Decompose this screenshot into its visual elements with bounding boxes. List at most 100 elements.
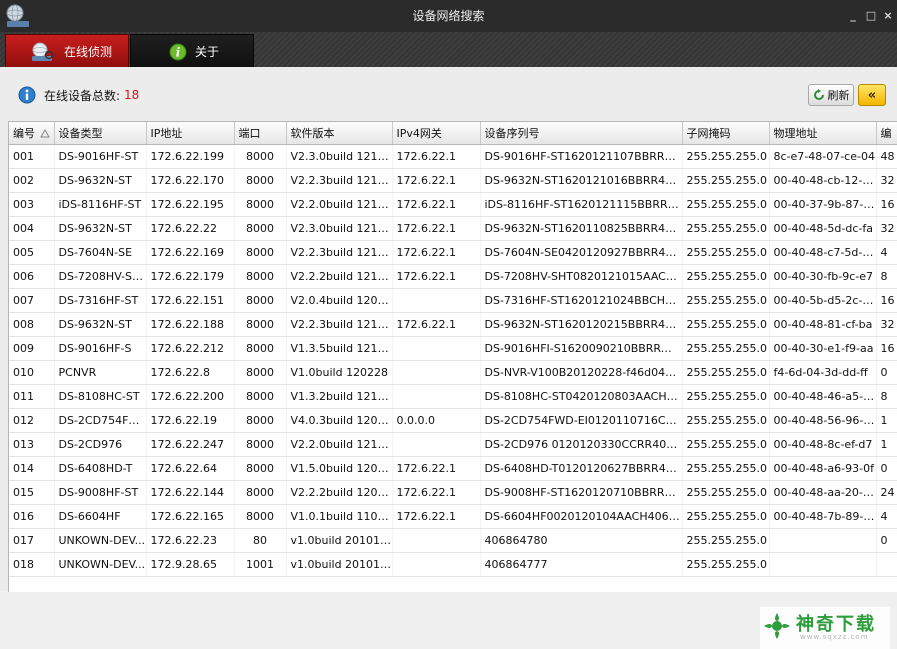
- cell-subnet-mask: 255.255.255.0: [682, 528, 770, 553]
- table-row[interactable]: 016 DS-6604HF 172.6.22.165 8000 V1.0.1build …: [9, 504, 897, 529]
- cell-software-version: v1.0build 20101009: [286, 528, 393, 553]
- table-row[interactable]: 014 DS-6408HD-T 172.6.22.64 8000 V1.5.0build…: [9, 456, 897, 481]
- cell-index: 009: [9, 336, 55, 361]
- column-header-ip[interactable]: IP地址: [146, 122, 235, 145]
- tab-about[interactable]: i 关于: [130, 34, 254, 68]
- cell-ip: 172.6.22.23: [146, 528, 235, 553]
- cell-serial: DS-7208HV-SHT0820121015AACH01...: [480, 264, 683, 289]
- cell-index: 014: [9, 456, 55, 481]
- cell-device-type: UNKOWN-DEV...: [54, 552, 147, 577]
- cell-ip: 172.6.22.179: [146, 264, 235, 289]
- table-row[interactable]: 013 DS-2CD976 172.6.22.247 8000 V2.2.0build …: [9, 432, 897, 457]
- table-row[interactable]: 015 DS-9008HF-ST 172.6.22.144 8000 V2.2.2bui…: [9, 480, 897, 505]
- table-row[interactable]: 010 PCNVR 172.6.22.8 8000 V1.0build 120228 DS…: [9, 360, 897, 385]
- cell-gateway: 172.6.22.1: [392, 456, 481, 481]
- cell-gateway: 172.6.22.1: [392, 192, 481, 217]
- tab-online-detect[interactable]: 在线侦测: [5, 34, 129, 68]
- table-row[interactable]: 009 DS-9016HF-S 172.6.22.212 8000 V1.3.5buil…: [9, 336, 897, 361]
- cell-gateway: [392, 528, 481, 553]
- table-row[interactable]: 018 UNKOWN-DEV... 172.9.28.65 1001 v1.0build…: [9, 552, 897, 577]
- cell-software-version: V2.0.4build 120725: [286, 288, 393, 313]
- cell-index: 003: [9, 192, 55, 217]
- cell-software-version: V2.2.2build 121219: [286, 264, 393, 289]
- column-header-device-type[interactable]: 设备类型: [54, 122, 147, 145]
- column-header-channels[interactable]: 编: [876, 122, 897, 145]
- table-row[interactable]: 012 DS-2CD754FW... 172.6.22.19 8000 V4.0.3bu…: [9, 408, 897, 433]
- cell-port: 8000: [234, 240, 287, 265]
- watermark: 神奇下载 www.sqxzz.com: [760, 607, 890, 649]
- device-count-label: 在线设备总数:: [44, 88, 121, 103]
- cell-subnet-mask: 255.255.255.0: [682, 144, 770, 169]
- table-row[interactable]: 011 DS-8108HC-ST 172.6.22.200 8000 V1.3.2bui…: [9, 384, 897, 409]
- cell-channels: 4: [876, 504, 897, 529]
- cell-subnet-mask: 255.255.255.0: [682, 480, 770, 505]
- cell-software-version: V2.2.3build 121212: [286, 168, 393, 193]
- close-button[interactable]: ×: [881, 9, 895, 23]
- cell-port: 8000: [234, 168, 287, 193]
- column-header-ipv4-gateway[interactable]: IPv4网关: [392, 122, 481, 145]
- cell-index: 008: [9, 312, 55, 337]
- table-row[interactable]: 008 DS-9632N-ST 172.6.22.188 8000 V2.2.3buil…: [9, 312, 897, 337]
- cell-port: 8000: [234, 312, 287, 337]
- column-header-mac[interactable]: 物理地址: [769, 122, 877, 145]
- cell-port: 8000: [234, 144, 287, 169]
- cell-mac: 00-40-48-7b-89-33: [769, 504, 877, 529]
- cell-serial: 406864780: [480, 528, 683, 553]
- cell-mac: 00-40-48-a6-93-0f: [769, 456, 877, 481]
- cell-subnet-mask: 255.255.255.0: [682, 168, 770, 193]
- cell-mac: 00-40-30-fb-9c-e7: [769, 264, 877, 289]
- cell-ip: 172.6.22.151: [146, 288, 235, 313]
- column-header-software-version[interactable]: 软件版本: [286, 122, 393, 145]
- cell-serial: 406864777: [480, 552, 683, 577]
- table-row[interactable]: 006 DS-7208HV-SHT 172.6.22.179 8000 V2.2.2bu…: [9, 264, 897, 289]
- cell-software-version: V1.3.2build 121109: [286, 384, 393, 409]
- cell-channels: 1: [876, 432, 897, 457]
- cell-port: 8000: [234, 192, 287, 217]
- maximize-button[interactable]: □: [864, 9, 878, 23]
- cell-index: 002: [9, 168, 55, 193]
- device-table[interactable]: 编号 设备类型 IP地址 端口 软件版本 IPv4网关 设备序列号 子网掩码 物…: [8, 121, 897, 592]
- cell-software-version: V4.0.3build 120815: [286, 408, 393, 433]
- cell-ip: 172.6.22.199: [146, 144, 235, 169]
- cell-software-version: V2.2.3build 121207: [286, 312, 393, 337]
- title-bar: 设备网络搜索 _ □ ×: [0, 0, 897, 33]
- table-row[interactable]: 007 DS-7316HF-ST 172.6.22.151 8000 V2.0.4bui…: [9, 288, 897, 313]
- table-row[interactable]: 003 iDS-8116HF-ST 172.6.22.195 8000 V2.2.0bu…: [9, 192, 897, 217]
- cell-port: 8000: [234, 456, 287, 481]
- cell-index: 012: [9, 408, 55, 433]
- refresh-icon: [813, 89, 825, 101]
- cell-software-version: V2.2.0build 121214: [286, 192, 393, 217]
- table-row[interactable]: 002 DS-9632N-ST 172.6.22.170 8000 V2.2.3buil…: [9, 168, 897, 193]
- table-row[interactable]: 005 DS-7604N-SE 172.6.22.169 8000 V2.2.3buil…: [9, 240, 897, 265]
- column-header-port[interactable]: 端口: [234, 122, 287, 145]
- cell-subnet-mask: 255.255.255.0: [682, 384, 770, 409]
- cell-port: 1001: [234, 552, 287, 577]
- column-header-subnet-mask[interactable]: 子网掩码: [682, 122, 770, 145]
- table-row[interactable]: 017 UNKOWN-DEV... 172.6.22.23 80 v1.0build 2…: [9, 528, 897, 553]
- cell-gateway: [392, 552, 481, 577]
- cell-mac: 00-40-48-c7-5d-4d: [769, 240, 877, 265]
- cell-gateway: 172.6.22.1: [392, 144, 481, 169]
- cell-index: 015: [9, 480, 55, 505]
- minimize-button[interactable]: _: [846, 9, 860, 23]
- cell-subnet-mask: 255.255.255.0: [682, 432, 770, 457]
- cell-subnet-mask: 255.255.255.0: [682, 288, 770, 313]
- cell-subnet-mask: 255.255.255.0: [682, 456, 770, 481]
- cell-device-type: DS-9632N-ST: [54, 312, 147, 337]
- cell-channels: 8: [876, 264, 897, 289]
- table-row[interactable]: 004 DS-9632N-ST 172.6.22.22 8000 V2.3.0build…: [9, 216, 897, 241]
- cell-serial: DS-NVR-V100B20120228-f46d043dddff: [480, 360, 683, 385]
- table-row[interactable]: 001 DS-9016HF-ST 172.6.22.199 8000 V2.3.0bui…: [9, 144, 897, 169]
- cell-subnet-mask: 255.255.255.0: [682, 240, 770, 265]
- refresh-button[interactable]: 刷新: [808, 84, 854, 106]
- cell-ip: 172.6.22.200: [146, 384, 235, 409]
- info-circle-icon: [18, 86, 36, 104]
- cell-device-type: DS-9632N-ST: [54, 216, 147, 241]
- column-header-index[interactable]: 编号: [9, 122, 55, 145]
- cell-serial: DS-2CD754FWD-EI0120110716CCR...: [480, 408, 683, 433]
- column-header-serial[interactable]: 设备序列号: [480, 122, 683, 145]
- cell-index: 017: [9, 528, 55, 553]
- collapse-button[interactable]: «: [858, 84, 886, 106]
- cell-channels: 48: [876, 144, 897, 169]
- cell-subnet-mask: 255.255.255.0: [682, 504, 770, 529]
